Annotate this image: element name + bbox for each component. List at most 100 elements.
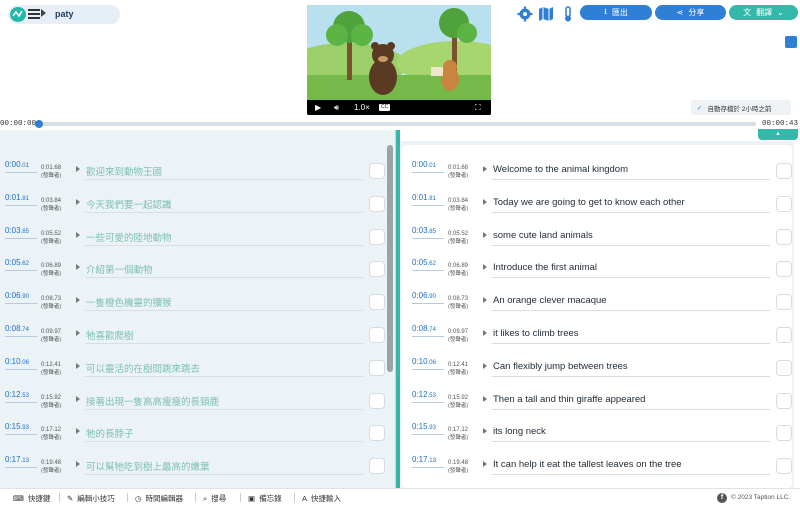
- segment-start-time[interactable]: 0:12.53: [412, 390, 436, 399]
- segment-checkbox[interactable]: [776, 359, 792, 376]
- segment-checkbox[interactable]: [776, 195, 792, 212]
- expand-arrow-icon[interactable]: [483, 461, 487, 468]
- expand-arrow-icon[interactable]: [483, 362, 487, 369]
- segment-text[interactable]: 介紹第一個動物: [86, 262, 153, 276]
- facebook-icon[interactable]: f: [717, 493, 727, 503]
- segment-speaker[interactable]: (發聲者): [448, 302, 468, 310]
- volume-icon[interactable]: 🔊︎: [334, 102, 339, 113]
- expand-arrow-icon[interactable]: [483, 264, 487, 271]
- expand-arrow-icon[interactable]: [76, 198, 80, 205]
- segment-text[interactable]: its long neck: [493, 426, 546, 437]
- segment-checkbox[interactable]: [369, 261, 385, 278]
- segment-text[interactable]: 歡迎來到動物王國: [86, 164, 162, 178]
- segment-row[interactable]: 0:05.62 0:06.89 (發聲者) Introduce the first a…: [412, 252, 797, 285]
- segment-checkbox[interactable]: [776, 294, 792, 311]
- segment-start-time[interactable]: 0:15.93: [412, 422, 436, 431]
- segment-start-time[interactable]: 0:03.85: [412, 226, 436, 235]
- expand-arrow-icon[interactable]: [76, 428, 80, 435]
- segment-row[interactable]: 0:01.81 0:03.84 (發聲者) Today we are going to…: [412, 187, 797, 220]
- search-button[interactable]: ⌕ 搜尋: [203, 493, 226, 504]
- segment-speaker[interactable]: (發聲者): [41, 335, 61, 343]
- map-icon[interactable]: [538, 6, 554, 22]
- memo-button[interactable]: ▣ 備忘錄: [248, 493, 282, 504]
- segment-speaker[interactable]: (發聲者): [41, 171, 61, 179]
- collapse-toggle[interactable]: ▲: [758, 129, 798, 140]
- quick-input-button[interactable]: A 快捷輸入: [302, 493, 341, 504]
- expand-arrow-icon[interactable]: [76, 461, 80, 468]
- segment-checkbox[interactable]: [776, 228, 792, 245]
- segment-row[interactable]: 0:10.06 0:12.41 (發聲者) 可以靈活的在樹間跳來跳去: [5, 351, 390, 384]
- segment-checkbox[interactable]: [369, 327, 385, 343]
- tips-button[interactable]: ✎ 編輯小技巧: [67, 493, 115, 504]
- segment-checkbox[interactable]: [369, 195, 385, 212]
- expand-arrow-icon[interactable]: [76, 166, 80, 172]
- segment-start-time[interactable]: 0:00.01: [5, 160, 29, 169]
- segment-row[interactable]: 0:03.85 0:05.52 (發聲者) 一些可愛的陸地動物: [5, 220, 390, 253]
- segment-checkbox[interactable]: [776, 163, 792, 179]
- segment-row[interactable]: 0:08.74 0:09.97 (發聲者) it likes to climb tre…: [412, 318, 797, 351]
- segment-row[interactable]: 0:06.90 0:08.73 (發聲者) An orange clever maca…: [412, 285, 797, 318]
- segment-row[interactable]: 0:17.13 0:19.48 (發聲者) It can help it eat th…: [412, 449, 797, 482]
- segment-text[interactable]: 可以幫牠吃到樹上最高的嫩葉: [86, 459, 210, 473]
- segment-speaker[interactable]: (發聲者): [448, 204, 468, 212]
- segment-text[interactable]: An orange clever macaque: [493, 295, 607, 306]
- segment-text[interactable]: Introduce the first animal: [493, 262, 597, 273]
- segment-start-time[interactable]: 0:17.13: [412, 455, 436, 464]
- segment-start-time[interactable]: 0:10.06: [5, 357, 29, 366]
- segment-start-time[interactable]: 0:05.62: [412, 258, 436, 267]
- hamburger-menu-icon[interactable]: [28, 9, 40, 19]
- segment-start-time[interactable]: 0:12.53: [5, 390, 29, 399]
- side-panel-icon[interactable]: [785, 36, 797, 48]
- segment-speaker[interactable]: (發聲者): [41, 401, 61, 409]
- segment-speaker[interactable]: (發聲者): [41, 302, 61, 310]
- segment-start-time[interactable]: 0:01.81: [412, 193, 436, 202]
- expand-arrow-icon[interactable]: [483, 428, 487, 435]
- expand-arrow-icon[interactable]: [483, 297, 487, 304]
- segment-checkbox[interactable]: [776, 327, 792, 343]
- segment-row[interactable]: 0:06.90 0:08.73 (發聲者) 一隻橙色機靈的獼猴: [5, 285, 390, 318]
- segment-checkbox[interactable]: [369, 294, 385, 311]
- segment-start-time[interactable]: 0:06.90: [5, 291, 29, 300]
- segment-speaker[interactable]: (發聲者): [41, 237, 61, 245]
- segment-speaker[interactable]: (發聲者): [448, 269, 468, 277]
- project-name[interactable]: paty: [55, 9, 74, 19]
- expand-arrow-icon[interactable]: [76, 231, 80, 238]
- segment-row[interactable]: 0:00.01 0:01.68 (發聲者) Welcome to the animal…: [412, 154, 797, 187]
- expand-arrow-icon[interactable]: [76, 330, 80, 336]
- segment-text[interactable]: Then a tall and thin giraffe appeared: [493, 394, 645, 405]
- segment-text[interactable]: it likes to climb trees: [493, 328, 579, 339]
- segment-speaker[interactable]: (發聲者): [448, 401, 468, 409]
- playback-speed[interactable]: 1.0×: [354, 102, 370, 113]
- share-button[interactable]: ⋖ 分享: [655, 5, 726, 20]
- expand-arrow-icon[interactable]: [76, 264, 80, 271]
- settings-gear-icon[interactable]: [517, 6, 533, 22]
- segment-speaker[interactable]: (發聲者): [41, 466, 61, 474]
- expand-arrow-icon[interactable]: [483, 198, 487, 205]
- segment-checkbox[interactable]: [369, 425, 385, 442]
- segment-text[interactable]: 一隻橙色機靈的獼猴: [86, 295, 172, 309]
- segment-text[interactable]: Today we are going to get to know each o…: [493, 197, 685, 208]
- segment-text[interactable]: some cute land animals: [493, 230, 593, 241]
- expand-arrow-icon[interactable]: [483, 330, 487, 336]
- expand-arrow-icon[interactable]: [483, 166, 487, 172]
- segment-start-time[interactable]: 0:08.74: [5, 324, 29, 333]
- shortcuts-button[interactable]: ⌨ 快捷鍵: [13, 493, 50, 504]
- segment-checkbox[interactable]: [369, 392, 385, 409]
- segment-row[interactable]: 0:03.85 0:05.52 (發聲者) some cute land animal…: [412, 220, 797, 253]
- segment-speaker[interactable]: (發聲者): [448, 335, 468, 343]
- segment-row[interactable]: 0:08.74 0:09.97 (發聲者) 牠喜歡爬樹: [5, 318, 390, 351]
- translate-button[interactable]: 文 翻譯 ⌄: [729, 5, 798, 20]
- segment-speaker[interactable]: (發聲者): [448, 171, 468, 179]
- video-player[interactable]: ▶ 🔊︎ 1.0× CC ⛶: [307, 5, 491, 115]
- segment-checkbox[interactable]: [369, 458, 385, 475]
- timeline-track[interactable]: [40, 122, 756, 126]
- segment-start-time[interactable]: 0:03.85: [5, 226, 29, 235]
- segment-start-time[interactable]: 0:06.90: [412, 291, 436, 300]
- segment-text[interactable]: 可以靈活的在樹間跳來跳去: [86, 361, 200, 375]
- segment-text[interactable]: 牠喜歡爬樹: [86, 328, 134, 342]
- thermometer-icon[interactable]: [561, 6, 577, 22]
- segment-checkbox[interactable]: [776, 458, 792, 475]
- segment-start-time[interactable]: 0:00.01: [412, 160, 436, 169]
- segment-text[interactable]: It can help it eat the tallest leaves on…: [493, 459, 682, 470]
- segment-speaker[interactable]: (發聲者): [448, 466, 468, 474]
